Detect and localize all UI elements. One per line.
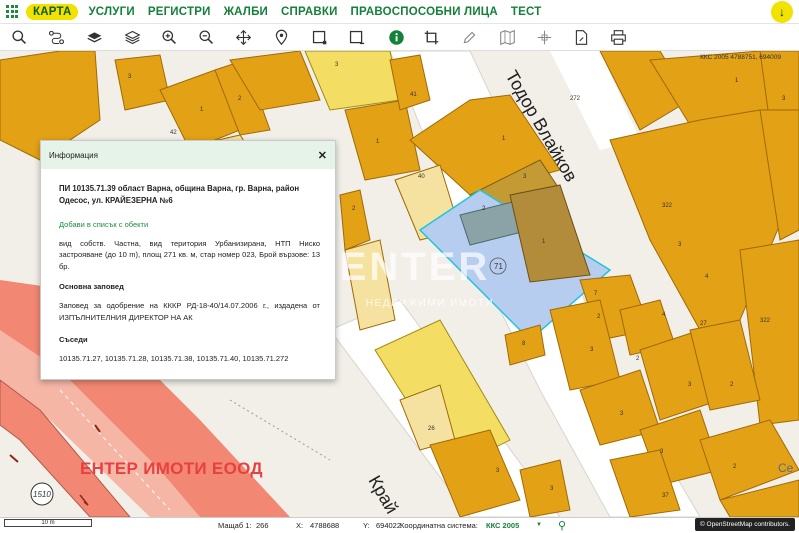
pan-tool[interactable] [234, 28, 253, 47]
y-label: Y: [363, 521, 370, 530]
zoom-in-icon [162, 30, 176, 44]
measure-icon [537, 30, 552, 45]
scale-value: 266 [256, 521, 269, 530]
order-text: Заповед за одобрение на КККР РД-18-40/14… [59, 301, 320, 322]
layers-stack-icon [124, 30, 141, 45]
nav-item-pravosposobni-lica[interactable]: ПРАВОСПОСОБНИ ЛИЦА [351, 6, 498, 18]
building-label: 27 [700, 321, 707, 327]
top-navigation: КАРТА УСЛУГИ РЕГИСТРИ ЖАЛБИ СПРАВКИ ПРАВ… [0, 0, 799, 24]
building-label: 37 [662, 493, 669, 499]
neighbors-list: 10135.71.27, 10135.71.28, 10135.71.38, 1… [59, 354, 289, 364]
building-label: 42 [170, 130, 177, 136]
location-tool[interactable] [272, 28, 291, 47]
building-label: 322 [662, 203, 673, 209]
neighbors-heading: Съседи [59, 334, 88, 344]
apps-grid-icon[interactable] [6, 4, 20, 19]
nav-item-karta[interactable]: КАРТА [26, 3, 79, 20]
scale-label: Мащаб 1: [218, 521, 252, 530]
document-tool[interactable] [572, 28, 591, 47]
print-icon [611, 30, 626, 45]
chevron-down-icon[interactable]: ▼ [536, 522, 542, 528]
popup-title: Информация [49, 150, 98, 160]
building-label: Се [778, 461, 794, 475]
agency-caption: ЕНТЕР ИМОТИ ЕООД [80, 459, 263, 478]
print-tool[interactable] [609, 28, 628, 47]
pencil-icon [463, 31, 476, 44]
building-label: 41 [410, 92, 417, 98]
route-tool[interactable] [47, 28, 66, 47]
building-label: 40 [418, 174, 425, 180]
search-icon[interactable]: ⚲ [558, 519, 566, 532]
draw-tool[interactable] [460, 28, 479, 47]
arrow-down-icon: ↓ [779, 5, 785, 19]
pan-icon [235, 29, 252, 46]
popup-body: ПИ 10135.71.39 област Варна, община Варн… [41, 169, 335, 365]
search-tool[interactable] [10, 28, 29, 47]
crop-tool[interactable] [422, 28, 441, 47]
layers-icon [87, 32, 102, 43]
x-value: 4788688 [310, 521, 340, 530]
map-toolbar [0, 24, 799, 51]
building-label: 322 [760, 318, 771, 324]
info-popup: Информация ✕ ПИ 10135.71.39 област Варна… [40, 140, 336, 380]
parcel-title: ПИ 10135.71.39 област Варна, община Варн… [59, 184, 300, 206]
layers-tool[interactable] [85, 28, 104, 47]
scale-bar: 10 m [4, 519, 92, 527]
add-to-list-link[interactable]: Добави в списък с обекти [59, 219, 320, 231]
select-rect-plus-icon [349, 30, 365, 45]
zoom-out-tool[interactable] [197, 28, 216, 47]
map-tool[interactable] [498, 28, 517, 47]
select-rect-tool[interactable] [310, 28, 329, 47]
search-icon [12, 30, 26, 44]
layers-stack-tool[interactable] [123, 28, 142, 47]
coord-system-select[interactable]: ККС 2005 [486, 521, 519, 530]
zoom-in-tool[interactable] [160, 28, 179, 47]
status-bar: Мащаб 1: 266 X: 4788688 Y: 694022 Коорди… [0, 517, 799, 533]
select-rect-plus-tool[interactable] [347, 28, 366, 47]
info-icon [389, 30, 404, 45]
nav-item-zhalbi[interactable]: ЖАЛБИ [224, 6, 268, 18]
osm-attribution[interactable]: © OpenStreetMap contributors. [694, 518, 795, 531]
nav-item-spravki[interactable]: СПРАВКИ [281, 6, 338, 18]
building-label: 272 [570, 96, 581, 102]
y-value: 694022 [376, 521, 402, 530]
info-tool[interactable] [387, 28, 406, 47]
popup-header: Информация ✕ [41, 141, 335, 169]
road-badge-label: 1510 [33, 490, 51, 499]
building-label: 26 [428, 426, 435, 432]
nav-item-test[interactable]: ТЕСТ [511, 6, 542, 18]
parcel-number: 71 [494, 262, 503, 271]
coord-system-label: Координатна система: [400, 521, 478, 530]
route-icon [48, 30, 65, 45]
nav-item-registri[interactable]: РЕГИСТРИ [148, 6, 211, 18]
x-label: X: [296, 521, 304, 530]
map-icon [500, 29, 515, 46]
download-button[interactable]: ↓ [771, 1, 793, 23]
select-rect-icon [312, 30, 327, 45]
close-icon[interactable]: ✕ [318, 149, 327, 162]
nav-item-uslugi[interactable]: УСЛУГИ [88, 6, 134, 18]
watermark-subtitle: НЕДВИЖИМИ ИМОТИ [365, 298, 495, 309]
document-icon [575, 30, 588, 45]
location-pin-icon [275, 29, 288, 46]
crop-icon [424, 30, 439, 45]
measure-tool[interactable] [535, 28, 554, 47]
order-heading: Основна заповед [59, 281, 124, 291]
coordinate-label: ККС 2005 4788751, 694009 [700, 54, 781, 61]
parcel-description: вид собств. Частна, вид територия Урбани… [59, 238, 320, 272]
zoom-out-icon [199, 30, 213, 44]
